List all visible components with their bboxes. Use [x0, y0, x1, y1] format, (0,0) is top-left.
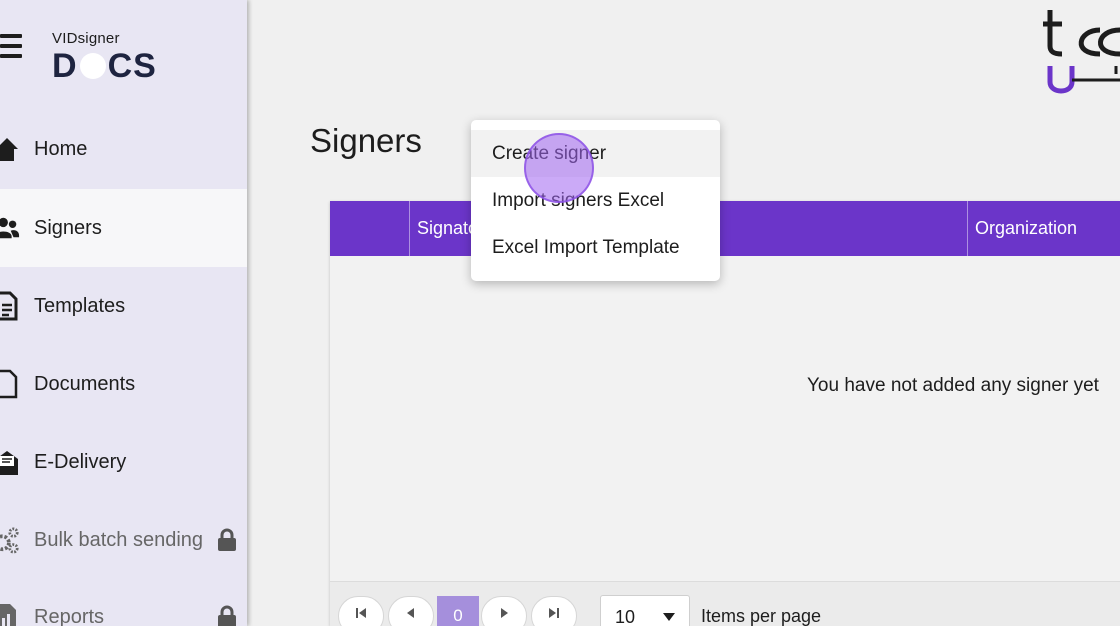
- lock-icon: [217, 528, 237, 552]
- report-icon: [0, 602, 20, 626]
- current-page-indicator[interactable]: 0: [437, 596, 479, 626]
- menu-hamburger-icon[interactable]: [0, 34, 22, 62]
- sidebar-item-label: Bulk batch sending: [34, 528, 204, 551]
- first-page-icon: [356, 608, 366, 618]
- logo-small-text: VIDsigner: [52, 30, 120, 47]
- file-icon: [0, 369, 20, 399]
- previous-page-icon: [407, 608, 414, 618]
- lock-icon: [217, 605, 237, 626]
- sidebar: VIDsigner D CS Home Signers Templates Doc…: [0, 0, 247, 626]
- app-logo[interactable]: VIDsigner D CS: [52, 30, 157, 83]
- add-signer-menu: Create signer Import signers Excel Excel…: [471, 120, 720, 281]
- column-header-select[interactable]: [330, 201, 409, 256]
- home-icon: [0, 134, 20, 164]
- sidebar-item-label: Reports: [34, 605, 105, 626]
- sidebar-item-label: Documents: [34, 372, 136, 395]
- sidebar-item-bulk-batch-sending[interactable]: Bulk batch sending: [0, 501, 247, 579]
- logo-circle: [79, 53, 106, 79]
- sidebar-item-e-delivery[interactable]: E-Delivery: [0, 423, 247, 501]
- envelope-open-icon: [0, 447, 20, 477]
- empty-state-message: You have not added any signer yet: [807, 375, 1099, 396]
- sidebar-item-templates[interactable]: Templates: [0, 267, 247, 345]
- sidebar-item-label: E-Delivery: [34, 450, 127, 473]
- signers-table: Signato Organization You have not added …: [330, 201, 1120, 626]
- gears-icon: [0, 525, 20, 555]
- chevron-down-icon: [663, 613, 675, 621]
- sidebar-item-signers[interactable]: Signers: [0, 189, 247, 267]
- users-icon: [0, 213, 20, 243]
- sidebar-item-label: Home: [34, 137, 88, 160]
- previous-page-button[interactable]: [388, 596, 434, 626]
- next-page-button[interactable]: [481, 596, 527, 626]
- menu-item-import-signers-excel[interactable]: Import signers Excel: [471, 177, 720, 224]
- sidebar-item-documents[interactable]: Documents: [0, 345, 247, 423]
- sidebar-item-label: Templates: [34, 294, 126, 317]
- logo-big-right: CS: [107, 47, 157, 85]
- first-page-button[interactable]: [338, 596, 384, 626]
- items-per-page-label: Items per page: [701, 606, 822, 626]
- file-text-icon: [0, 291, 20, 321]
- last-page-icon: [549, 608, 559, 618]
- next-page-icon: [501, 608, 508, 618]
- company-logo: [1040, 0, 1120, 100]
- table-header: Signato Organization: [330, 201, 1120, 256]
- column-header-organization[interactable]: Organization: [967, 201, 1120, 256]
- logo-big-text: D CS: [52, 49, 157, 83]
- pagination-bar: 0 10 Items per page: [330, 581, 1120, 626]
- sidebar-item-home[interactable]: Home: [0, 110, 247, 188]
- page-size-select[interactable]: 10: [600, 595, 690, 626]
- menu-item-excel-import-template[interactable]: Excel Import Template: [471, 224, 720, 271]
- sidebar-item-reports[interactable]: Reports: [0, 578, 247, 626]
- menu-item-create-signer[interactable]: Create signer: [471, 130, 720, 177]
- last-page-button[interactable]: [531, 596, 577, 626]
- sidebar-item-label: Signers: [34, 216, 102, 239]
- page-title: Signers: [310, 122, 422, 159]
- logo-big-left: D: [52, 47, 78, 85]
- page-size-value: 10: [615, 607, 636, 626]
